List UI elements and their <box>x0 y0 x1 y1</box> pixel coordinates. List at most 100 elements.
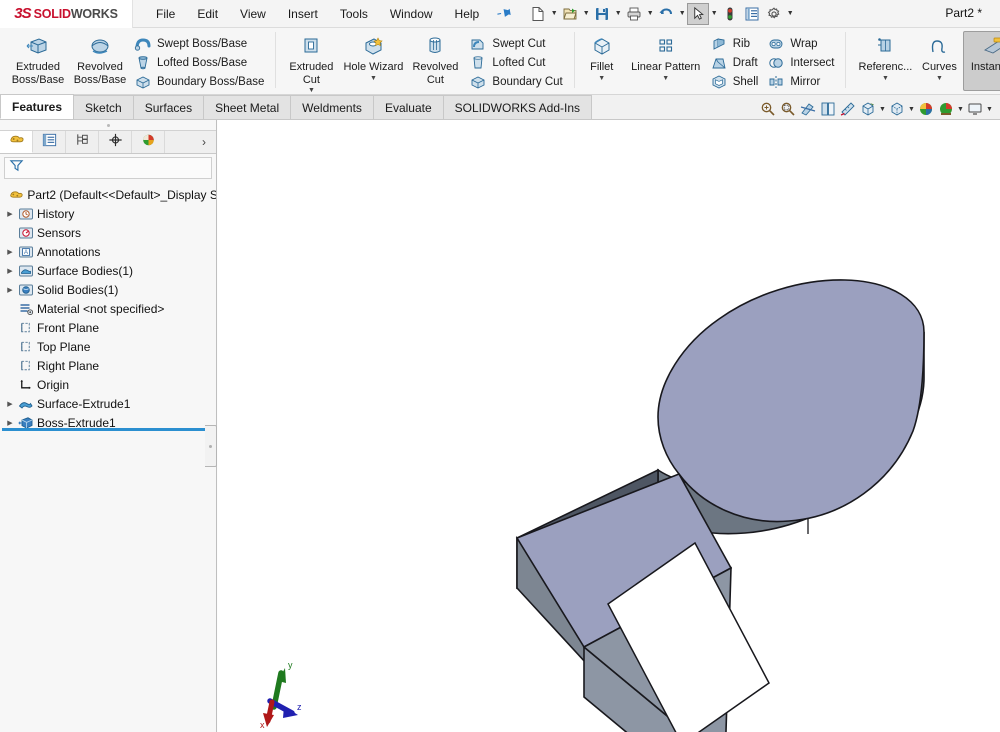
panel-tab-dimxpert-manager[interactable] <box>99 131 132 153</box>
tree-item-surface-bodies[interactable]: ▶ Surface Bodies(1) <box>0 261 216 280</box>
display-style-caret[interactable]: ▼ <box>878 106 887 113</box>
intersect-button[interactable]: Intersect <box>764 53 840 72</box>
hidden-lines-icon[interactable] <box>887 99 907 119</box>
select-caret[interactable]: ▼ <box>709 10 719 17</box>
new-document-caret[interactable]: ▼ <box>549 10 559 17</box>
rib-button[interactable]: Rib <box>707 34 765 53</box>
edit-appearance-icon[interactable] <box>916 99 936 119</box>
swept-boss-base-button[interactable]: Swept Boss/Base <box>131 34 270 53</box>
panel-tab-feature-manager[interactable] <box>0 131 33 153</box>
menu-help[interactable]: Help <box>444 4 491 24</box>
menu-edit[interactable]: Edit <box>186 4 229 24</box>
tree-item-top-plane[interactable]: ▶ Top Plane <box>0 337 216 356</box>
zoom-to-fit-icon[interactable] <box>758 99 778 119</box>
rebuild-traffic-light-icon[interactable] <box>719 3 741 25</box>
lofted-boss-base-button[interactable]: Lofted Boss/Base <box>131 53 270 72</box>
menu-tools[interactable]: Tools <box>329 4 379 24</box>
pushpin-icon[interactable] <box>495 3 515 24</box>
rollback-bar[interactable] <box>2 428 206 431</box>
fillet-caret[interactable]: ▼ <box>598 75 605 82</box>
panel-tabs-more-chevron[interactable]: › <box>192 131 216 153</box>
panel-splitter-tab[interactable] <box>205 425 217 467</box>
menu-insert[interactable]: Insert <box>277 4 329 24</box>
apply-scene-caret[interactable]: ▼ <box>956 106 965 113</box>
select-cursor-icon[interactable] <box>687 2 710 25</box>
settings-gear-icon[interactable] <box>763 3 785 25</box>
history-expander[interactable]: ▶ <box>3 210 17 218</box>
panel-grip[interactable] <box>0 120 216 130</box>
tree-root-part2[interactable]: ▶ Part2 (Default<<Default>_Display S <box>0 185 216 204</box>
tab-evaluate[interactable]: Evaluate <box>372 95 444 119</box>
hole-wizard-caret[interactable]: ▼ <box>370 75 377 82</box>
measure-icon[interactable] <box>838 99 858 119</box>
tree-filter-bar[interactable] <box>4 157 212 179</box>
surface-extrude1-expander[interactable]: ▶ <box>3 400 17 408</box>
panel-tab-configuration-manager[interactable] <box>66 131 99 153</box>
tree-item-annotations[interactable]: ▶ A Annotations <box>0 242 216 261</box>
curves-caret[interactable]: ▼ <box>936 75 943 82</box>
print-icon[interactable] <box>623 3 645 25</box>
extruded-cut-caret[interactable]: ▼ <box>308 87 315 94</box>
save-caret[interactable]: ▼ <box>613 10 623 17</box>
wrap-button[interactable]: Wrap <box>764 34 840 53</box>
model-3d-view[interactable] <box>218 120 1000 732</box>
tab-surfaces[interactable]: Surfaces <box>132 95 205 119</box>
fillet-button[interactable]: Fillet ▼ <box>579 31 625 83</box>
view-orientation-icon[interactable] <box>818 99 838 119</box>
boundary-cut-button[interactable]: Boundary Cut <box>466 72 568 91</box>
tree-item-right-plane[interactable]: ▶ Right Plane <box>0 356 216 375</box>
save-icon[interactable] <box>591 3 613 25</box>
menu-file[interactable]: File <box>145 4 186 24</box>
tab-weldments[interactable]: Weldments <box>290 95 374 119</box>
hole-wizard-button[interactable]: Hole Wizard ▼ <box>342 31 404 83</box>
tree-item-front-plane[interactable]: ▶ Front Plane <box>0 318 216 337</box>
display-style-icon[interactable] <box>858 99 878 119</box>
tree-item-surface-extrude1[interactable]: ▶ Surface-Extrude1 <box>0 394 216 413</box>
extruded-cut-button[interactable]: Extruded Cut ▼ <box>280 31 342 95</box>
linear-pattern-caret[interactable]: ▼ <box>662 75 669 82</box>
surface-bodies-expander[interactable]: ▶ <box>3 267 17 275</box>
undo-caret[interactable]: ▼ <box>677 10 687 17</box>
new-document-icon[interactable] <box>527 3 549 25</box>
tab-solidworks-add-ins[interactable]: SOLIDWORKS Add-Ins <box>442 95 593 119</box>
tab-features[interactable]: Features <box>0 94 75 119</box>
hidden-lines-caret[interactable]: ▼ <box>907 106 916 113</box>
linear-pattern-button[interactable]: Linear Pattern ▼ <box>625 31 707 83</box>
tab-sketch[interactable]: Sketch <box>73 95 134 119</box>
lofted-cut-button[interactable]: Lofted Cut <box>466 53 568 72</box>
model-shape[interactable] <box>218 120 1000 732</box>
graphics-viewport[interactable]: y z x <box>218 120 1000 732</box>
menu-view[interactable]: View <box>229 4 277 24</box>
tree-item-sensors[interactable]: ▶ Sensors <box>0 223 216 242</box>
tree-item-origin[interactable]: ▶ Origin <box>0 375 216 394</box>
annotations-expander[interactable]: ▶ <box>3 248 17 256</box>
apply-scene-icon[interactable] <box>936 99 956 119</box>
draft-button[interactable]: Draft <box>707 53 765 72</box>
instant3d-button[interactable]: Instant3D <box>963 31 1000 91</box>
boss-extrude1-expander[interactable]: ▶ <box>3 419 17 427</box>
tab-sheet-metal[interactable]: Sheet Metal <box>203 95 292 119</box>
tree-item-solid-bodies[interactable]: ▶ Solid Bodies(1) <box>0 280 216 299</box>
extruded-boss-base-button[interactable]: Extruded Boss/Base <box>7 31 69 87</box>
settings-caret[interactable]: ▼ <box>785 10 795 17</box>
viewport-layout-caret[interactable]: ▼ <box>985 106 994 113</box>
boundary-boss-base-button[interactable]: Boundary Boss/Base <box>131 72 270 91</box>
open-folder-caret[interactable]: ▼ <box>581 10 591 17</box>
menu-window[interactable]: Window <box>379 4 444 24</box>
swept-cut-button[interactable]: Swept Cut <box>466 34 568 53</box>
panel-tab-property-manager[interactable] <box>33 131 66 153</box>
panel-tab-display-manager[interactable] <box>132 131 165 153</box>
mirror-button[interactable]: Mirror <box>764 72 840 91</box>
reference-geometry-caret[interactable]: ▼ <box>882 75 889 82</box>
undo-icon[interactable] <box>655 3 677 25</box>
tree-item-history[interactable]: ▶ History <box>0 204 216 223</box>
solid-bodies-expander[interactable]: ▶ <box>3 286 17 294</box>
revolved-boss-base-button[interactable]: Revolved Boss/Base <box>69 31 131 87</box>
shell-button[interactable]: Shell <box>707 72 765 91</box>
reference-geometry-button[interactable]: Referenc... ▼ <box>855 31 915 83</box>
revolved-cut-button[interactable]: Revolved Cut <box>404 31 466 87</box>
options-list-icon[interactable] <box>741 3 763 25</box>
curves-button[interactable]: Curves ▼ <box>915 31 963 83</box>
viewport-layout-icon[interactable] <box>965 99 985 119</box>
print-caret[interactable]: ▼ <box>645 10 655 17</box>
